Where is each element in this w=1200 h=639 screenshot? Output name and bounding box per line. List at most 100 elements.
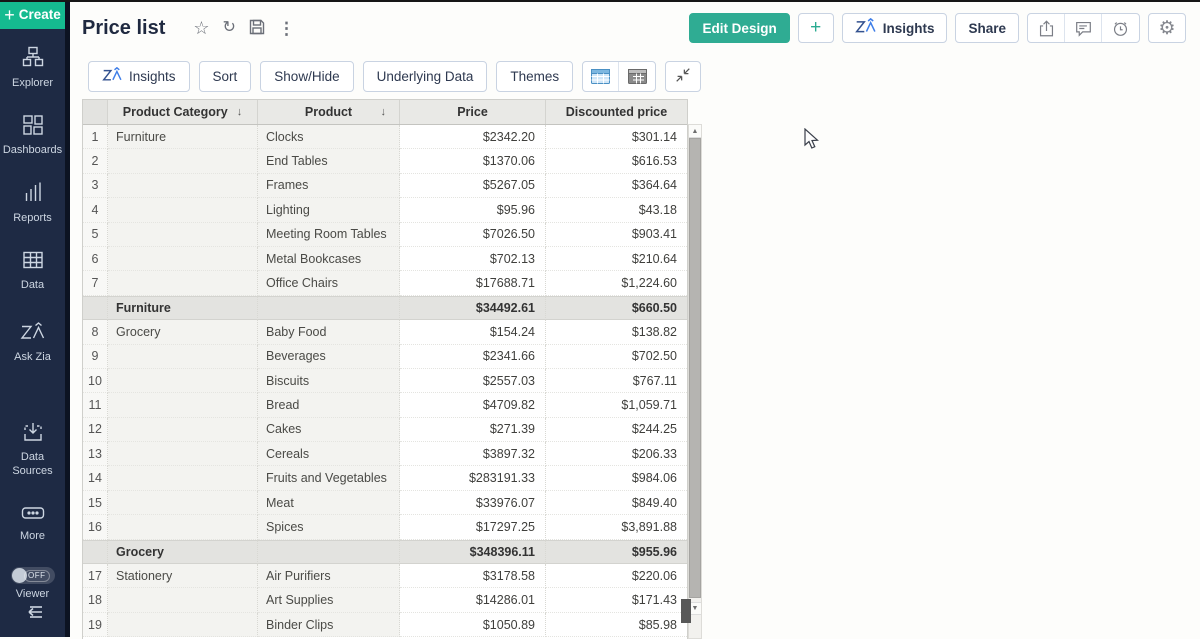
price-cell[interactable]: $4709.82: [400, 393, 546, 417]
discounted-price-cell[interactable]: $210.64: [546, 247, 687, 271]
discounted-price-cell[interactable]: $220.06: [546, 564, 687, 588]
share-button[interactable]: Share: [955, 13, 1019, 43]
category-cell[interactable]: Grocery: [108, 320, 258, 344]
price-cell[interactable]: $271.39: [400, 418, 546, 442]
category-cell[interactable]: [108, 149, 258, 173]
export-button[interactable]: [1028, 14, 1065, 42]
price-cell[interactable]: $283191.33: [400, 466, 546, 490]
discounted-price-cell[interactable]: $171.43: [546, 588, 687, 612]
price-cell[interactable]: $17297.25: [400, 515, 546, 539]
category-cell[interactable]: [108, 198, 258, 222]
product-cell[interactable]: Meeting Room Tables: [258, 223, 400, 247]
discounted-price-cell[interactable]: $138.82: [546, 320, 687, 344]
discounted-price-cell[interactable]: $206.33: [546, 442, 687, 466]
column-header-product-category[interactable]: Product Category ↓: [108, 100, 258, 124]
fit-to-screen-button[interactable]: [665, 61, 701, 92]
discounted-price-cell[interactable]: $984.06: [546, 466, 687, 490]
add-button[interactable]: +: [798, 13, 834, 43]
product-cell[interactable]: Cereals: [258, 442, 400, 466]
price-cell[interactable]: $2557.03: [400, 369, 546, 393]
category-cell[interactable]: [108, 613, 258, 637]
product-cell[interactable]: Baby Food: [258, 320, 400, 344]
product-cell[interactable]: Biscuits: [258, 369, 400, 393]
product-cell[interactable]: Art Supplies: [258, 588, 400, 612]
product-cell[interactable]: Clocks: [258, 125, 400, 149]
product-cell[interactable]: Cakes: [258, 418, 400, 442]
discounted-price-cell[interactable]: $767.11: [546, 369, 687, 393]
category-cell[interactable]: [108, 491, 258, 515]
category-cell[interactable]: [108, 442, 258, 466]
product-cell[interactable]: Frames: [258, 174, 400, 198]
sidebar-item-viewer[interactable]: OFF Viewer: [0, 567, 65, 602]
product-cell[interactable]: Spices: [258, 515, 400, 539]
discounted-price-cell[interactable]: $43.18: [546, 198, 687, 222]
product-cell[interactable]: Metal Bookcases: [258, 247, 400, 271]
price-cell[interactable]: $17688.71: [400, 271, 546, 295]
product-cell[interactable]: Beverages: [258, 345, 400, 369]
category-cell[interactable]: [108, 223, 258, 247]
price-cell[interactable]: $5267.05: [400, 174, 546, 198]
discounted-price-cell[interactable]: $616.53: [546, 149, 687, 173]
category-cell[interactable]: [108, 418, 258, 442]
product-cell[interactable]: Lighting: [258, 198, 400, 222]
category-cell[interactable]: [108, 588, 258, 612]
sidebar-item-explorer[interactable]: Explorer: [0, 46, 65, 91]
price-cell[interactable]: $702.13: [400, 247, 546, 271]
discounted-price-cell[interactable]: $702.50: [546, 345, 687, 369]
summary-view-button[interactable]: [619, 62, 655, 91]
kebab-menu-icon[interactable]: ⋮: [278, 20, 295, 37]
category-cell[interactable]: [108, 466, 258, 490]
category-cell[interactable]: Stationery: [108, 564, 258, 588]
edit-design-button[interactable]: Edit Design: [689, 13, 789, 43]
product-cell[interactable]: End Tables: [258, 149, 400, 173]
product-cell[interactable]: Office Chairs: [258, 271, 400, 295]
collapse-sidebar-button[interactable]: [21, 602, 45, 627]
discounted-price-cell[interactable]: $3,891.88: [546, 515, 687, 539]
sidebar-item-ask-zia[interactable]: Ask Zia: [0, 322, 65, 365]
show-hide-button[interactable]: Show/Hide: [260, 61, 353, 92]
insights-button[interactable]: Insights: [842, 13, 948, 43]
price-cell[interactable]: $95.96: [400, 198, 546, 222]
category-cell[interactable]: [108, 393, 258, 417]
favorite-star-icon[interactable]: ☆: [193, 19, 209, 37]
sidebar-item-data-sources[interactable]: Data Sources: [0, 421, 65, 479]
create-button[interactable]: + Create: [0, 0, 65, 29]
price-cell[interactable]: $154.24: [400, 320, 546, 344]
discounted-price-cell[interactable]: $849.40: [546, 491, 687, 515]
table-view-button[interactable]: [583, 62, 619, 91]
category-cell[interactable]: Furniture: [108, 125, 258, 149]
price-cell[interactable]: $2341.66: [400, 345, 546, 369]
discounted-price-cell[interactable]: $85.98: [546, 613, 687, 637]
viewer-toggle[interactable]: OFF: [11, 567, 55, 584]
column-header-discounted-price[interactable]: Discounted price: [546, 100, 687, 124]
discounted-price-cell[interactable]: $364.64: [546, 174, 687, 198]
sidebar-item-dashboards[interactable]: Dashboards: [0, 114, 65, 159]
price-cell[interactable]: $7026.50: [400, 223, 546, 247]
column-header-product[interactable]: Product ↓: [258, 100, 400, 124]
save-icon[interactable]: [249, 19, 265, 38]
price-cell[interactable]: $1050.89: [400, 613, 546, 637]
discounted-price-cell[interactable]: $903.41: [546, 223, 687, 247]
scrollbar-thumb[interactable]: [689, 138, 701, 598]
scroll-up-arrow[interactable]: ▲: [689, 125, 701, 138]
settings-button[interactable]: ⚙: [1148, 13, 1186, 43]
toolbar-insights-button[interactable]: Insights: [88, 61, 190, 92]
price-cell[interactable]: $2342.20: [400, 125, 546, 149]
category-cell[interactable]: [108, 515, 258, 539]
alerts-button[interactable]: [1102, 14, 1139, 42]
underlying-data-button[interactable]: Underlying Data: [363, 61, 488, 92]
price-cell[interactable]: $3178.58: [400, 564, 546, 588]
price-cell[interactable]: $3897.32: [400, 442, 546, 466]
category-cell[interactable]: [108, 247, 258, 271]
discounted-price-cell[interactable]: $244.25: [546, 418, 687, 442]
price-cell[interactable]: $14286.01: [400, 588, 546, 612]
price-cell[interactable]: $1370.06: [400, 149, 546, 173]
sidebar-item-reports[interactable]: Reports: [0, 181, 65, 226]
horizontal-scrollbar-thumb[interactable]: [681, 599, 691, 623]
product-cell[interactable]: Meat: [258, 491, 400, 515]
product-cell[interactable]: Binder Clips: [258, 613, 400, 637]
sidebar-item-more[interactable]: More: [0, 505, 65, 544]
category-cell[interactable]: [108, 369, 258, 393]
discounted-price-cell[interactable]: $1,224.60: [546, 271, 687, 295]
sidebar-item-data[interactable]: Data: [0, 249, 65, 294]
